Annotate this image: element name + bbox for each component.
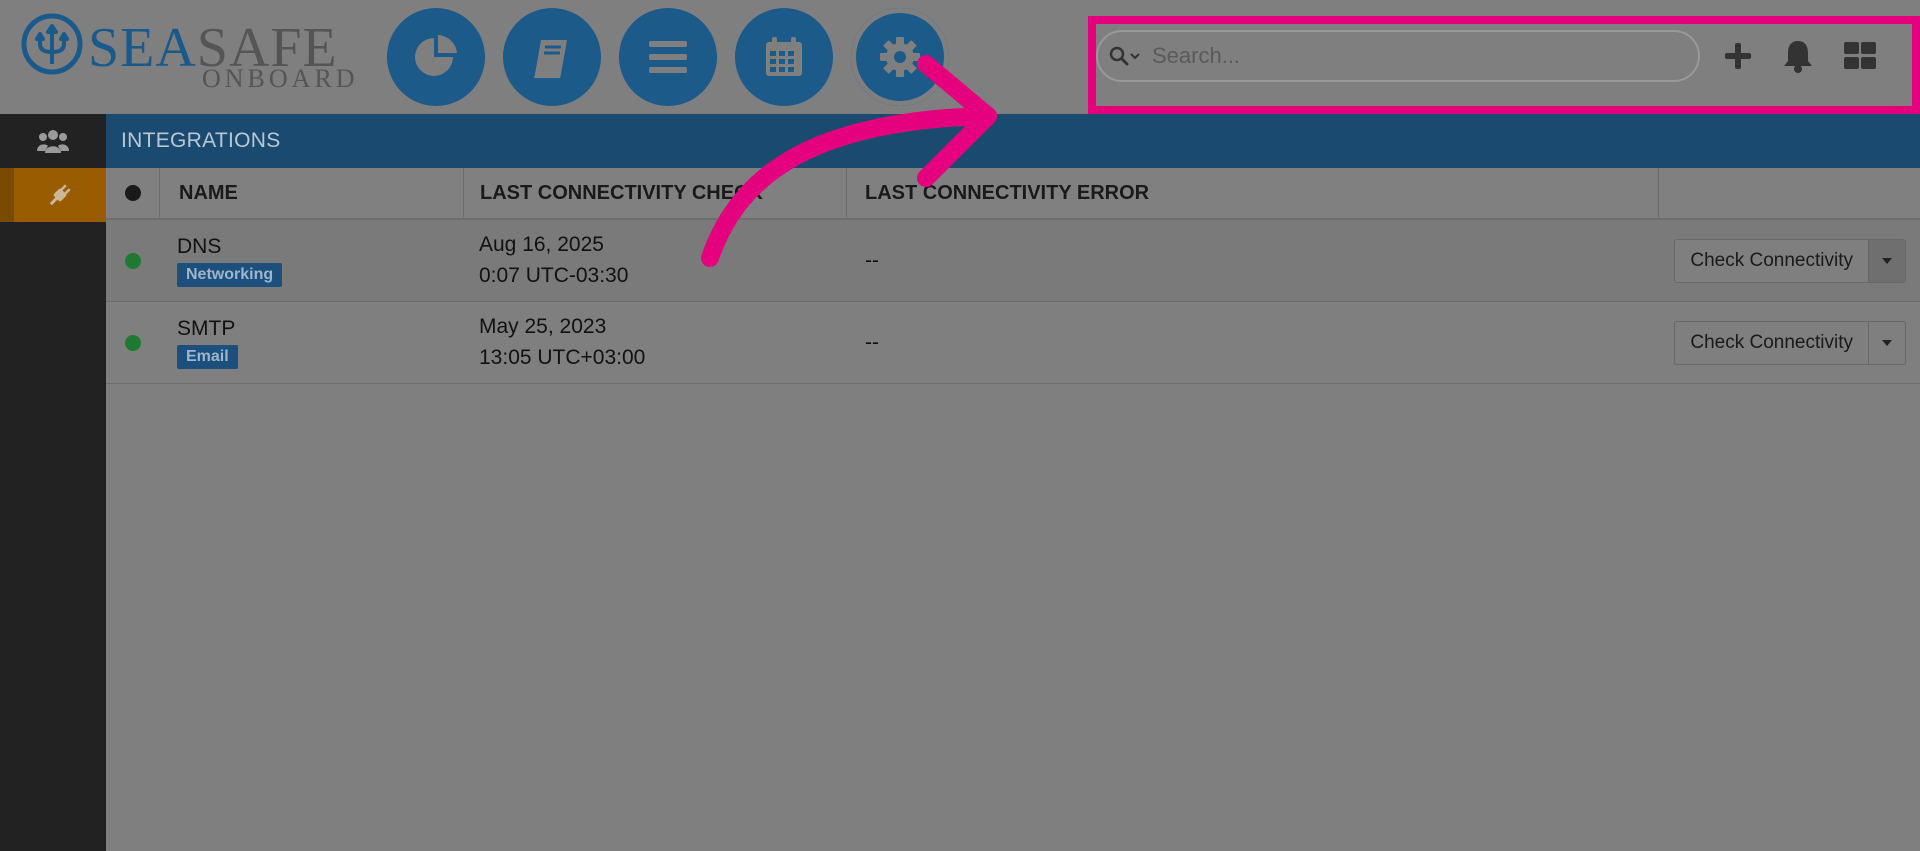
- gear-icon: [880, 37, 920, 77]
- nav-settings-button[interactable]: [851, 8, 949, 106]
- check-connectivity-button[interactable]: Check Connectivity: [1675, 321, 1869, 364]
- last-check-date: Aug 16, 2025: [479, 233, 604, 257]
- calendar-icon: [766, 37, 802, 76]
- last-error-cell: --: [865, 330, 879, 354]
- check-connectivity-group: Check Connectivity: [1674, 320, 1906, 365]
- trident-logo-icon: [21, 13, 83, 75]
- search-scope-dropdown[interactable]: [1098, 46, 1152, 66]
- check-connectivity-group: Check Connectivity: [1674, 238, 1906, 283]
- actions-column-header: [1659, 168, 1920, 218]
- nav-menu-button[interactable]: [619, 8, 717, 106]
- menu-icon: [649, 41, 687, 73]
- apps-button[interactable]: [1838, 34, 1882, 78]
- search-input[interactable]: [1152, 32, 1698, 80]
- table-header: NAME LAST CONNECTIVITY CHECK LAST CONNEC…: [106, 168, 1920, 220]
- last-error-column-header[interactable]: LAST CONNECTIVITY ERROR: [847, 168, 1659, 218]
- actions-cell: Check Connectivity: [1659, 220, 1920, 301]
- status-cell: [106, 302, 160, 383]
- integration-name: DNS: [177, 234, 222, 258]
- name-cell: DNS Networking: [160, 220, 464, 301]
- status-column-header[interactable]: [106, 168, 160, 218]
- last-check-column-header[interactable]: LAST CONNECTIVITY CHECK: [464, 168, 847, 218]
- section-title: INTEGRATIONS: [106, 114, 1920, 168]
- plus-icon: [1725, 43, 1751, 69]
- last-check-time: 0:07 UTC-03:30: [479, 263, 629, 287]
- bell-icon: [1784, 41, 1812, 73]
- name-column-header[interactable]: NAME: [160, 168, 464, 218]
- status-ok-indicator: [125, 334, 141, 351]
- actions-cell: Check Connectivity: [1659, 302, 1920, 383]
- last-check-date: May 25, 2023: [479, 315, 607, 339]
- caret-down-icon: [1882, 339, 1892, 346]
- global-search[interactable]: [1096, 30, 1700, 82]
- check-connectivity-dropdown[interactable]: [1869, 322, 1905, 364]
- integrations-table: NAME LAST CONNECTIVITY CHECK LAST CONNEC…: [106, 168, 1920, 384]
- check-connectivity-dropdown[interactable]: [1869, 239, 1905, 282]
- plug-icon: [49, 184, 71, 206]
- pie-chart-icon: [415, 35, 457, 76]
- users-icon: [37, 130, 69, 153]
- logo-subtitle: ONBOARD: [202, 64, 359, 93]
- add-button[interactable]: [1716, 34, 1760, 78]
- logo-sea: SEA: [88, 17, 197, 79]
- check-connectivity-button[interactable]: Check Connectivity: [1675, 239, 1869, 282]
- sidebar-item-users[interactable]: [0, 114, 106, 168]
- seasafe-logo[interactable]: SEASAFE ONBOARD: [20, 12, 355, 93]
- sidebar: [0, 114, 106, 851]
- top-header: SEASAFE ONBOARD: [0, 0, 1920, 114]
- category-tag: Email: [177, 344, 238, 369]
- last-check-cell: Aug 16, 2025 0:07 UTC-03:30: [464, 220, 847, 301]
- name-cell: SMTP Email: [160, 302, 464, 383]
- status-ok-indicator: [125, 252, 141, 269]
- status-dot-header-icon: [124, 185, 141, 201]
- last-check-time: 13:05 UTC+03:00: [479, 345, 646, 369]
- caret-down-icon: [1882, 257, 1892, 264]
- sidebar-item-integrations[interactable]: [0, 168, 106, 222]
- search-icon: [1109, 46, 1129, 66]
- status-cell: [106, 220, 160, 301]
- table-row[interactable]: SMTP Email May 25, 2023 13:05 UTC+03:00 …: [106, 302, 1920, 384]
- integration-name: SMTP: [177, 316, 236, 340]
- nav-dashboard-button[interactable]: [387, 8, 485, 106]
- category-tag: Networking: [177, 262, 283, 287]
- chevron-down-icon: [1130, 53, 1140, 60]
- notifications-button[interactable]: [1776, 34, 1820, 78]
- last-error-cell: --: [865, 248, 879, 272]
- last-check-cell: May 25, 2023 13:05 UTC+03:00: [464, 302, 847, 383]
- nav-logbook-button[interactable]: [503, 8, 601, 106]
- grid-icon: [1844, 42, 1876, 69]
- nav-calendar-button[interactable]: [735, 8, 833, 106]
- table-row[interactable]: DNS Networking Aug 16, 2025 0:07 UTC-03:…: [106, 220, 1920, 302]
- book-icon: [534, 40, 567, 78]
